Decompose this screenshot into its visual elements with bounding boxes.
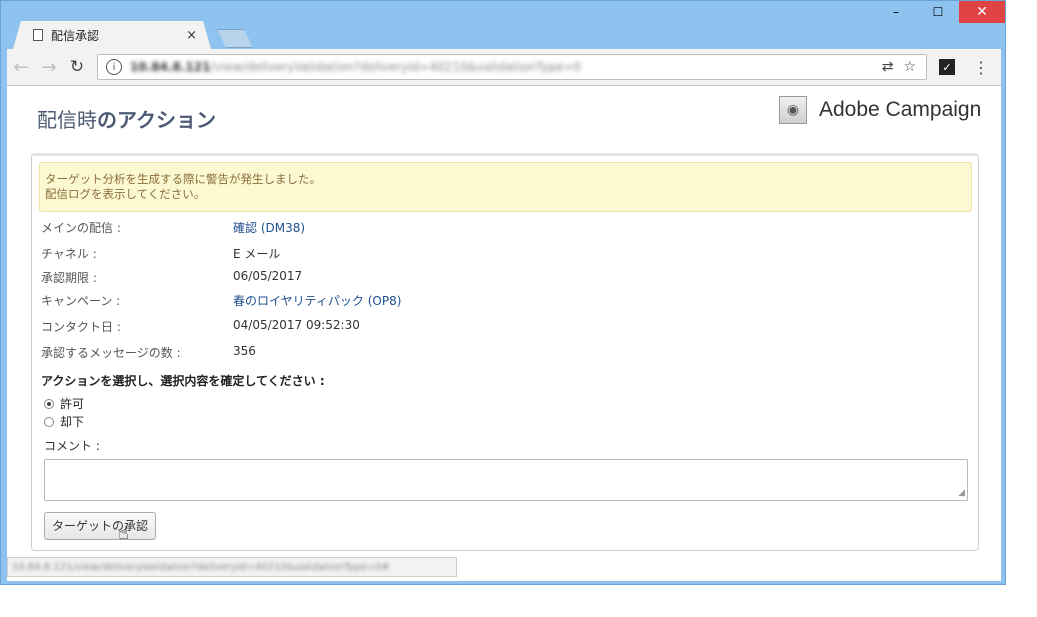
forward-arrow-icon[interactable]: →	[35, 57, 63, 78]
browser-tab[interactable]: 配信承認 ×	[13, 21, 211, 49]
approval-panel: ターゲット分析を生成する際に警告が発生しました。 配信ログを表示してください。 …	[31, 153, 979, 551]
action-prompt: アクションを選択し、選択内容を確定してください :	[41, 374, 325, 388]
adobe-campaign-logo-icon: ◉	[779, 96, 807, 124]
radio-approve[interactable]: 許可	[44, 395, 84, 412]
main-delivery-link[interactable]: 確認 (DM38)	[233, 219, 305, 236]
tab-close-icon[interactable]: ×	[186, 28, 197, 43]
detail-row-campaign: キャンペーン : 春のロイヤリティパック (OP8)	[41, 292, 402, 309]
new-tab-button[interactable]	[217, 29, 253, 48]
extension-checkbox-icon[interactable]: ✓	[939, 59, 955, 75]
brand-logo: ◉ Adobe Campaign	[779, 96, 981, 124]
detail-row-channel: チャネル : E メール	[41, 247, 281, 261]
detail-row-main-delivery: メインの配信 : 確認 (DM38)	[41, 219, 306, 236]
translate-icon[interactable]: ⇄	[882, 59, 894, 75]
radio-reject[interactable]: 却下	[44, 413, 84, 430]
comment-label: コメント :	[44, 439, 100, 453]
detail-row-contact-date: コンタクト日 : 04/05/2017 09:52:30	[41, 318, 360, 334]
hand-cursor-icon: ☝	[118, 523, 129, 544]
warning-banner: ターゲット分析を生成する際に警告が発生しました。 配信ログを表示してください。	[39, 162, 972, 212]
warning-line-2: 配信ログを表示してください。	[45, 187, 206, 201]
reload-icon[interactable]: ↻	[63, 57, 91, 77]
document-icon	[33, 29, 43, 41]
resize-grip-icon[interactable]: ◢	[958, 488, 965, 498]
campaign-link[interactable]: 春のロイヤリティパック (OP8)	[233, 292, 401, 309]
url-text: 10.84.8.121/view/deliveryValidation?deli…	[130, 60, 582, 74]
brand-name: Adobe Campaign	[819, 98, 982, 121]
bookmark-star-icon[interactable]: ☆	[903, 59, 916, 75]
back-arrow-icon[interactable]: ←	[7, 57, 35, 78]
browser-toolbar: ← → ↻ i 10.84.8.121/view/deliveryValidat…	[7, 49, 1001, 86]
tab-title: 配信承認	[51, 28, 100, 43]
detail-row-deadline: 承認期限 : 06/05/2017	[41, 269, 303, 285]
info-icon[interactable]: i	[106, 59, 122, 75]
status-bar: 10.84.8.121/view/deliveryValidation?deli…	[7, 557, 457, 577]
radio-approve-indicator[interactable]	[44, 398, 54, 409]
browser-menu-icon[interactable]: ⋮	[973, 58, 989, 77]
detail-row-message-count: 承認するメッセージの数 : 356	[41, 344, 256, 360]
comment-textarea[interactable]: ◢	[44, 459, 968, 501]
page-content: 配信時のアクション ◉ Adobe Campaign ターゲット分析を生成する際…	[7, 86, 1001, 581]
warning-line-1: ターゲット分析を生成する際に警告が発生しました。	[45, 172, 321, 186]
address-bar[interactable]: i 10.84.8.121/view/deliveryValidation?de…	[97, 54, 927, 80]
approve-target-button[interactable]: ターゲットの承認	[44, 512, 157, 540]
browser-window: – ☐ ✕ 配信承認 × ← → ↻ i 10.84.8.121/view/de…	[0, 0, 1006, 585]
page-title: 配信時のアクション	[37, 108, 216, 132]
radio-reject-indicator[interactable]	[44, 416, 54, 427]
tab-strip: 配信承認 ×	[1, 19, 1005, 49]
